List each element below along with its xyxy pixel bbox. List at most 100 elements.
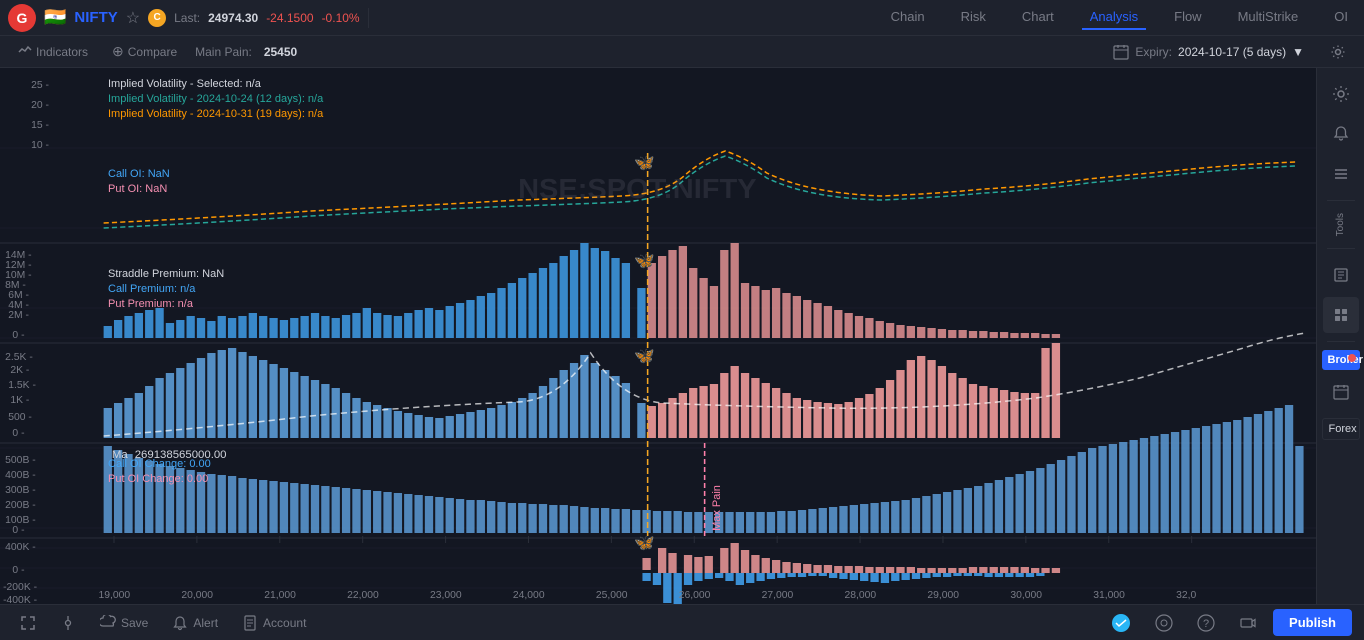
svg-text:24,000: 24,000 [513, 590, 545, 601]
svg-text:0 -: 0 - [12, 428, 24, 439]
svg-text:29,000: 29,000 [927, 590, 959, 601]
expiry-dropdown-button[interactable]: ▼ [1292, 45, 1304, 59]
svg-text:28,000: 28,000 [845, 590, 877, 601]
alert-label: Alert [193, 616, 218, 630]
expiry-value: 2024-10-17 (5 days) [1178, 45, 1286, 59]
compare-label: Compare [128, 45, 177, 59]
toolbar: Indicators ⊕ Compare Main Pain: 25450 Ex… [0, 36, 1364, 68]
svg-text:🦋: 🦋 [634, 154, 655, 172]
svg-text:22,000: 22,000 [347, 590, 379, 601]
account-button[interactable]: Account [234, 611, 314, 635]
svg-text:0 -: 0 - [12, 565, 24, 576]
svg-text:20,000: 20,000 [181, 590, 213, 601]
grid-tool-button[interactable] [1323, 297, 1359, 333]
svg-text:NSE:SPOT:NIFTY: NSE:SPOT:NIFTY [518, 173, 756, 204]
forex-button[interactable]: Forex [1322, 418, 1360, 440]
main-pain-label: Main Pain: [195, 45, 252, 59]
compare-button[interactable]: ⊕ Compare [106, 41, 183, 62]
settings-button[interactable] [1324, 42, 1352, 62]
price-change: -24.1500 [266, 11, 313, 25]
svg-text:Max Pain: Max Pain [711, 485, 723, 531]
sidebar-divider-2 [1327, 248, 1355, 249]
svg-text:2K -: 2K - [10, 365, 29, 376]
svg-text:26,000: 26,000 [679, 590, 711, 601]
indicators-icon [18, 45, 32, 59]
svg-text:🦋: 🦋 [634, 252, 655, 270]
svg-text:Ma: Ma [112, 449, 129, 461]
settings-sidebar-button[interactable] [1323, 76, 1359, 112]
document-icon [242, 615, 258, 631]
gear-icon [1330, 44, 1346, 60]
notifications-button[interactable] [1323, 116, 1359, 152]
account-label: Account [263, 616, 306, 630]
svg-text:21,000: 21,000 [264, 590, 296, 601]
gear-sidebar-icon [1332, 85, 1350, 103]
indicators-label: Indicators [36, 45, 88, 59]
svg-text:31,000: 31,000 [1093, 590, 1125, 601]
tools-label: Tools [1335, 213, 1346, 236]
compare-icon: ⊕ [112, 43, 124, 60]
list-button[interactable] [1323, 156, 1359, 192]
pencil-tool-button[interactable] [1323, 257, 1359, 293]
nav-flow[interactable]: Flow [1166, 5, 1209, 30]
svg-text:500B -: 500B - [5, 455, 36, 466]
svg-text:20 -: 20 - [31, 100, 49, 111]
indicators-button[interactable]: Indicators [12, 43, 94, 61]
pencil-icon [1332, 266, 1350, 284]
list-icon [1332, 165, 1350, 183]
grid-icon [1332, 306, 1350, 324]
calendar-tool-button[interactable] [1323, 374, 1359, 410]
logo: G [8, 4, 36, 32]
broker-notification-dot [1348, 354, 1356, 362]
question-icon: ? [1197, 614, 1215, 632]
svg-text:?: ? [1203, 618, 1209, 630]
svg-text:400K -: 400K - [5, 542, 36, 553]
nav-oi[interactable]: OI [1326, 5, 1356, 30]
nav-risk[interactable]: Risk [953, 5, 994, 30]
svg-text:-200K -: -200K - [3, 582, 37, 593]
nav-multistrike[interactable]: MultiStrike [1230, 5, 1307, 30]
sidebar-divider [1327, 200, 1355, 201]
help-button[interactable]: ? [1189, 610, 1223, 636]
chart-svg: 25 - 20 - 15 - 10 - 14M - 12M - 10M - 8M… [0, 68, 1316, 604]
last-label: Last: [174, 11, 200, 25]
share-icon [1155, 614, 1173, 632]
telegram-button[interactable] [1103, 609, 1139, 637]
alert-button[interactable]: Alert [164, 611, 226, 635]
calendar-icon [1113, 44, 1129, 60]
top-bar: G 🇮🇳 NIFTY ☆ C Last: 24974.30 -24.1500 -… [0, 0, 1364, 36]
svg-text:25,000: 25,000 [596, 590, 628, 601]
price-change-pct: -0.10% [322, 11, 360, 25]
svg-text:1K -: 1K - [10, 395, 29, 406]
chart-area: 25 - 20 - 15 - 10 - 14M - 12M - 10M - 8M… [0, 68, 1316, 604]
svg-text:500 -: 500 - [8, 412, 32, 423]
svg-text:25 -: 25 - [31, 80, 49, 91]
save-button[interactable]: Save [92, 611, 156, 635]
svg-text:0 -: 0 - [12, 330, 24, 341]
svg-text:10 -: 10 - [31, 140, 49, 151]
svg-text:0 -: 0 - [12, 525, 24, 536]
nav-chart[interactable]: Chart [1014, 5, 1062, 30]
svg-text:2.5K -: 2.5K - [5, 352, 33, 363]
preferences-button[interactable] [52, 611, 84, 635]
svg-text:1.5K -: 1.5K - [8, 380, 36, 391]
nav-chain[interactable]: Chain [883, 5, 933, 30]
watchlist-star-button[interactable]: ☆ [126, 8, 140, 28]
svg-text:15 -: 15 - [31, 120, 49, 131]
expiry-section: Expiry: 2024-10-17 (5 days) ▼ [1113, 44, 1304, 60]
cloud-icon [100, 615, 116, 631]
fullscreen-icon [20, 615, 36, 631]
symbol-label[interactable]: NIFTY [74, 9, 117, 26]
svg-text:🦋: 🦋 [634, 347, 655, 365]
share-button[interactable] [1147, 610, 1181, 636]
nav-analysis[interactable]: Analysis [1082, 5, 1146, 30]
video-button[interactable] [1231, 610, 1265, 636]
svg-text:300B -: 300B - [5, 485, 36, 496]
publish-button[interactable]: Publish [1273, 609, 1352, 636]
svg-text:19,000: 19,000 [98, 590, 130, 601]
svg-text:32,0: 32,0 [1176, 590, 1196, 601]
main-layout: 25 - 20 - 15 - 10 - 14M - 12M - 10M - 8M… [0, 68, 1364, 604]
svg-text:2M -: 2M - [8, 310, 29, 321]
fullscreen-button[interactable] [12, 611, 44, 635]
svg-text:🦋: 🦋 [634, 534, 655, 552]
